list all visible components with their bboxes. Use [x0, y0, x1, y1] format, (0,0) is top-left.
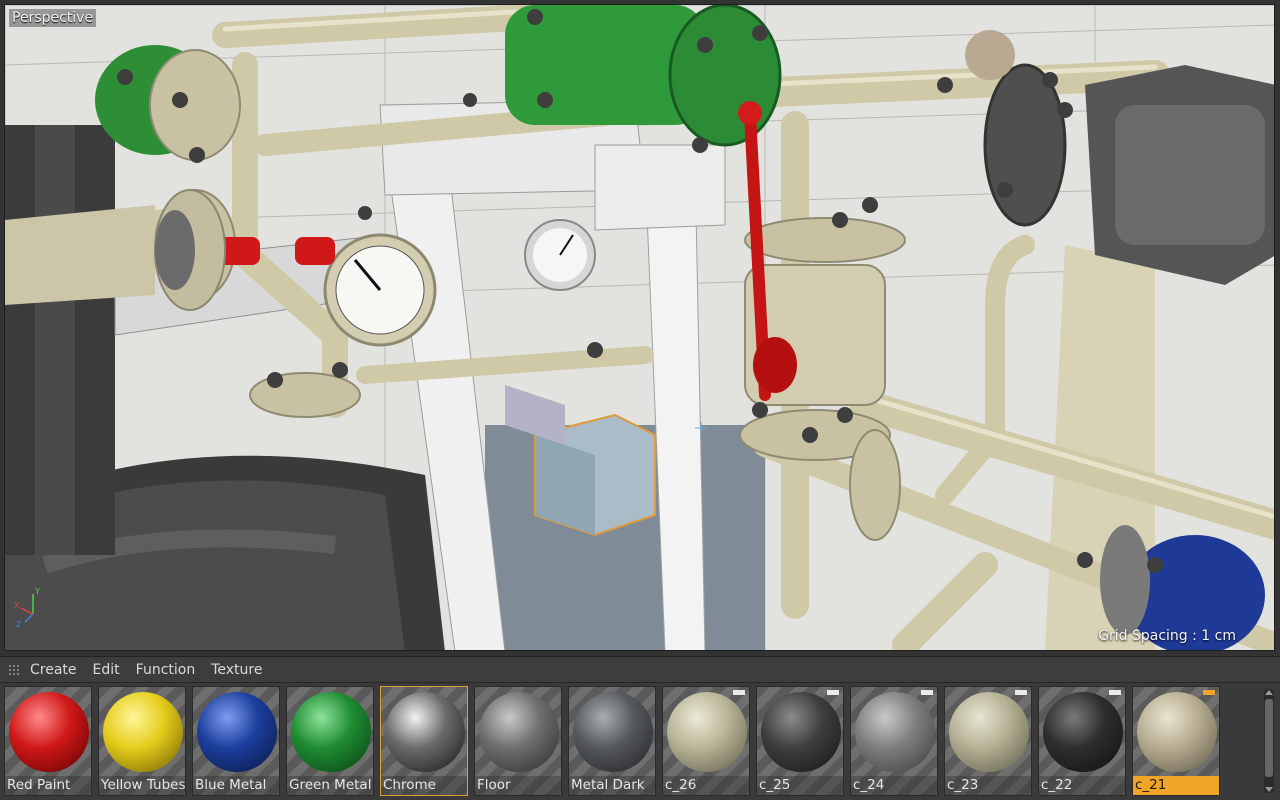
material-status-flag — [827, 690, 839, 695]
material-preview-sphere — [761, 692, 841, 772]
material-swatch[interactable]: Red Paint — [4, 686, 92, 796]
material-name[interactable]: Red Paint — [5, 776, 91, 795]
material-name[interactable]: Blue Metal — [193, 776, 279, 795]
grid-spacing-readout: Grid Spacing : 1 cm — [1098, 628, 1236, 644]
material-status-flag — [1203, 690, 1215, 695]
material-status-flag — [1109, 690, 1121, 695]
material-preview-sphere — [1137, 692, 1217, 772]
material-name[interactable]: c_23 — [945, 776, 1031, 795]
axis-y-label: Y — [34, 587, 40, 596]
material-preview-sphere — [291, 692, 371, 772]
menu-create[interactable]: Create — [30, 662, 77, 678]
material-preview-sphere — [9, 692, 89, 772]
material-scrollbar[interactable] — [1264, 689, 1274, 793]
material-name[interactable]: Green Metal — [287, 776, 373, 795]
material-name[interactable]: Yellow Tubes — [99, 776, 185, 795]
material-swatch[interactable]: Chrome — [380, 686, 468, 796]
material-preview-sphere — [1043, 692, 1123, 772]
material-swatch-list: Red Paint Yellow Tubes Blue Metal Green Met… — [4, 686, 1256, 796]
material-preview-sphere — [197, 692, 277, 772]
material-swatch[interactable]: c_21 — [1132, 686, 1220, 796]
panel-grip-icon[interactable] — [8, 663, 20, 676]
material-swatch[interactable]: c_23 — [944, 686, 1032, 796]
viewport-label[interactable]: Perspective — [9, 9, 97, 27]
material-name[interactable]: c_25 — [757, 776, 843, 795]
scroll-down-icon[interactable] — [1265, 787, 1273, 792]
material-status-flag — [1015, 690, 1027, 695]
menu-function[interactable]: Function — [136, 662, 196, 678]
app-window: Perspective Y X Z Grid Spacing : 1 cm Cr… — [0, 0, 1280, 800]
axis-gizmo: Y X Z — [14, 587, 40, 628]
material-preview-sphere — [479, 692, 559, 772]
material-swatch[interactable]: Green Metal — [286, 686, 374, 796]
material-menubar: Create Edit Function Texture — [0, 657, 1280, 683]
material-swatch[interactable]: c_22 — [1038, 686, 1126, 796]
material-swatch[interactable]: c_24 — [850, 686, 938, 796]
material-name[interactable]: Metal Dark — [569, 776, 655, 795]
material-status-flag — [921, 690, 933, 695]
material-preview-sphere — [103, 692, 183, 772]
material-preview-sphere — [667, 692, 747, 772]
material-swatch[interactable]: c_26 — [662, 686, 750, 796]
material-status-flag — [733, 690, 745, 695]
material-preview-sphere — [573, 692, 653, 772]
material-swatch[interactable]: Metal Dark — [568, 686, 656, 796]
material-swatch[interactable]: Yellow Tubes — [98, 686, 186, 796]
axis-z-label: Z — [16, 620, 22, 628]
material-name[interactable]: Floor — [475, 776, 561, 795]
material-preview-sphere — [949, 692, 1029, 772]
scroll-up-icon[interactable] — [1265, 690, 1273, 695]
material-name[interactable]: Chrome — [381, 776, 467, 795]
material-manager: Create Edit Function Texture Red Paint Ye… — [0, 656, 1280, 800]
material-name[interactable]: c_22 — [1039, 776, 1125, 795]
material-preview-sphere — [855, 692, 935, 772]
material-name[interactable]: c_24 — [851, 776, 937, 795]
perspective-viewport[interactable]: Perspective Y X Z Grid Spacing : 1 cm — [4, 4, 1275, 651]
material-name[interactable]: c_26 — [663, 776, 749, 795]
scroll-thumb[interactable] — [1265, 699, 1273, 777]
material-swatch[interactable]: Blue Metal — [192, 686, 280, 796]
axis-x-label: X — [14, 601, 20, 610]
material-name[interactable]: c_21 — [1133, 776, 1219, 795]
menu-edit[interactable]: Edit — [93, 662, 120, 678]
material-swatch[interactable]: c_25 — [756, 686, 844, 796]
material-swatch[interactable]: Floor — [474, 686, 562, 796]
material-preview-sphere — [385, 692, 465, 772]
menu-texture[interactable]: Texture — [211, 662, 262, 678]
scene-render[interactable] — [5, 5, 1275, 651]
